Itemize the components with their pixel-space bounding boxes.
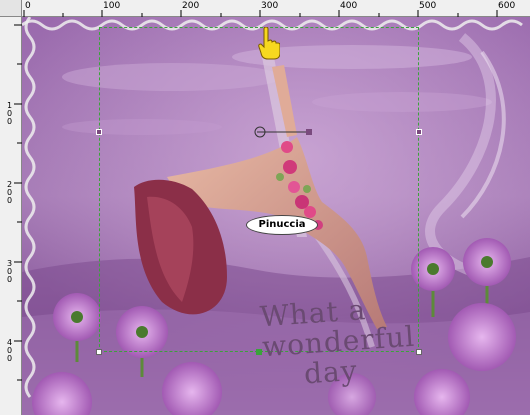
ruler-label-v200: 2 0 0 [6,180,13,205]
ruler-label-v100: 1 0 0 [6,101,13,126]
selection-handle-bottom[interactable] [256,349,262,355]
selection-handle-bottom-left[interactable] [96,349,102,355]
selection-handle-bottom-right[interactable] [416,349,422,355]
ruler-label-500: 500 [419,1,437,11]
ruler-corner [0,0,22,17]
hand-pointer-icon [258,27,280,60]
image-canvas[interactable]: Pinuccia What a wonderful day [22,17,530,415]
vertical-ruler[interactable]: 1 0 0 2 0 0 3 0 0 4 0 0 [0,17,22,415]
ruler-label-300: 300 [261,1,279,11]
selection-handle-right[interactable] [416,129,422,135]
ruler-label-v400: 4 0 0 [6,338,13,363]
ruler-label-400: 400 [340,1,358,11]
horizontal-ruler[interactable]: 0 100 200 300 400 500 600 [22,0,530,17]
selection-handle-left[interactable] [96,129,102,135]
ruler-label-600: 600 [498,1,516,11]
ruler-label-v300: 3 0 0 [6,259,13,284]
watermark-label: Pinuccia [246,215,318,235]
ruler-label-100: 100 [103,1,121,11]
wordart-text: What a wonderful day [259,292,418,392]
ruler-label-200: 200 [182,1,200,11]
ruler-label-0: 0 [25,1,31,11]
